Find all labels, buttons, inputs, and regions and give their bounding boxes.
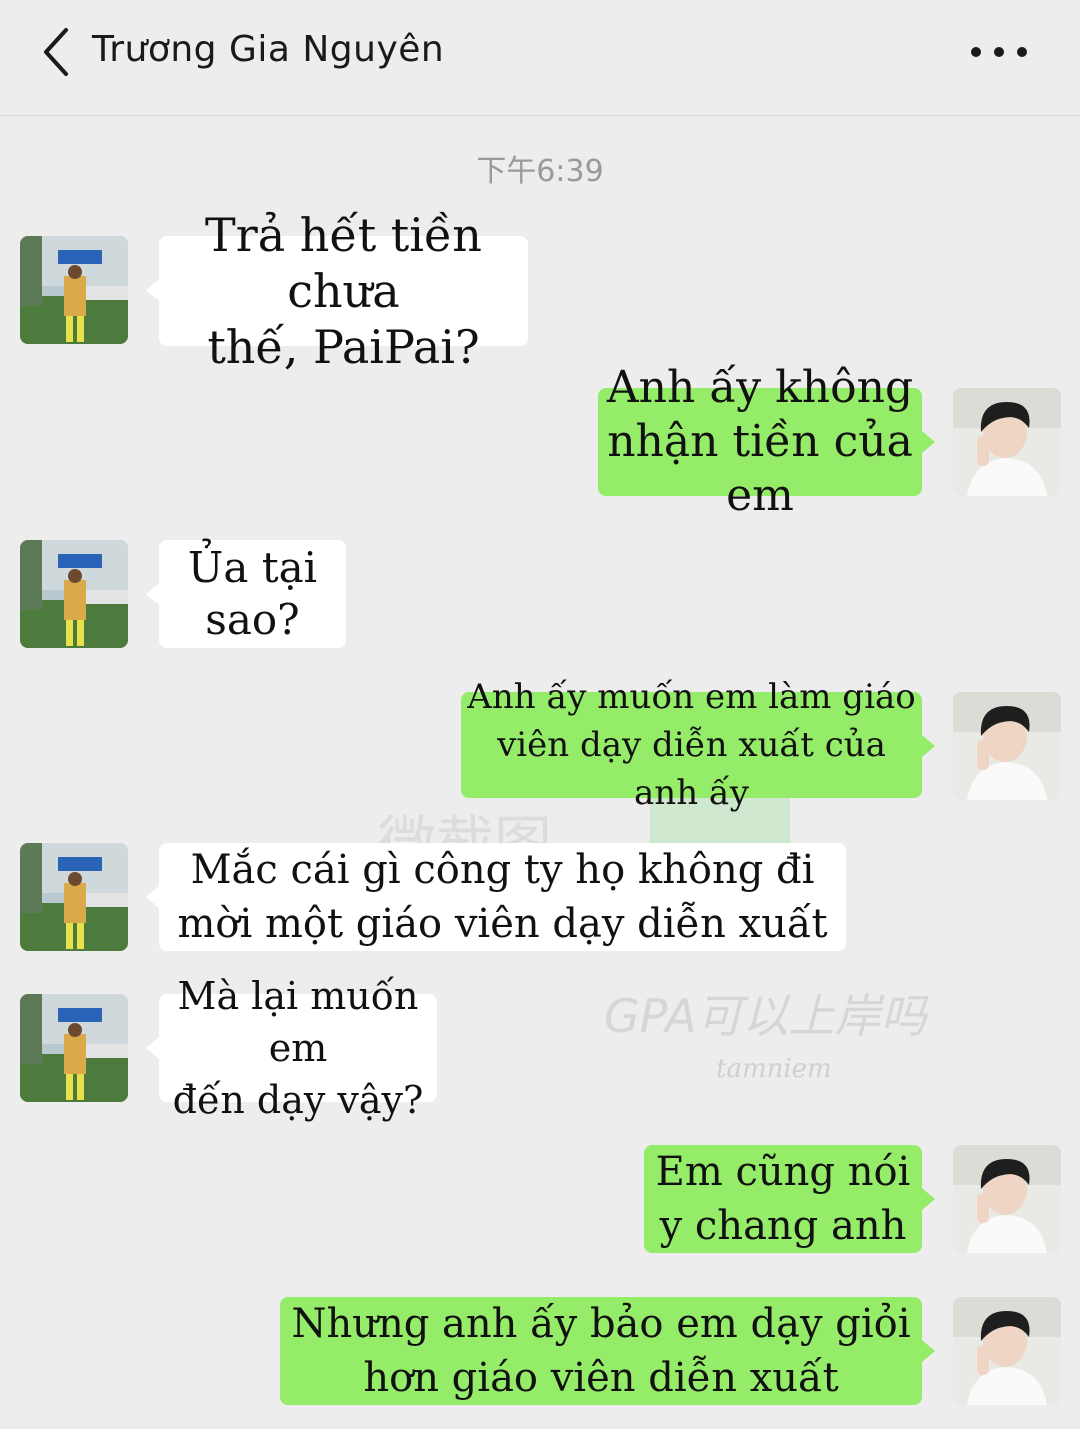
self-avatar-image — [953, 692, 1061, 800]
more-button[interactable] — [960, 30, 1040, 74]
bubble-tail — [922, 1340, 935, 1362]
message-timestamp: 下午6:39 — [476, 154, 604, 189]
chat-header: Trương Gia Nguyên — [0, 0, 1080, 116]
bubble-tail — [922, 735, 935, 757]
bubble-tail — [146, 583, 159, 605]
message-bubble[interactable]: Trả hết tiền chưa thế, PaiPai? — [159, 208, 528, 374]
bubble-tail — [146, 279, 159, 301]
self-avatar[interactable] — [953, 1297, 1061, 1405]
self-avatar[interactable] — [953, 388, 1061, 496]
message-bubble[interactable]: Ủa tại sao? — [159, 540, 346, 648]
message-line: Em cũng nói — [655, 1149, 911, 1195]
self-avatar-image — [953, 1297, 1061, 1405]
contact-avatar[interactable] — [20, 236, 128, 344]
message-line: mời một giáo viên dạy diễn xuất — [177, 901, 828, 947]
contact-avatar[interactable] — [20, 540, 128, 648]
message-line: viên dạy diễn xuất của anh ấy — [497, 725, 886, 813]
message-bubble[interactable]: Nhưng anh ấy bảo em dạy giỏi hơn giáo vi… — [280, 1297, 922, 1405]
self-avatar[interactable] — [953, 692, 1061, 800]
watermark-bottom: tamniem — [716, 1054, 832, 1084]
contact-avatar-image — [20, 236, 128, 344]
message-line: Anh ấy muốn em làm giáo — [467, 677, 916, 717]
bubble-tail — [922, 1188, 935, 1210]
self-avatar[interactable] — [953, 1145, 1061, 1253]
message-bubble[interactable]: Em cũng nói y chang anh — [644, 1145, 922, 1253]
message-bubble[interactable]: Mà lại muốn em đến dạy vậy? — [159, 974, 437, 1122]
message-line: đến dạy vậy? — [172, 1078, 424, 1122]
message-line: thế, PaiPai? — [207, 320, 480, 374]
message-line: Mắc cái gì công ty họ không đi — [190, 847, 815, 893]
chat-title: Trương Gia Nguyên — [92, 29, 445, 70]
contact-avatar[interactable] — [20, 994, 128, 1102]
message-line: y chang anh — [659, 1203, 907, 1249]
message-bubble[interactable]: Anh ấy không nhận tiền của em — [598, 362, 922, 521]
bubble-tail — [146, 1037, 159, 1059]
contact-avatar[interactable] — [20, 843, 128, 951]
contact-avatar-image — [20, 540, 128, 648]
bubble-tail — [922, 431, 935, 453]
self-avatar-image — [953, 1145, 1061, 1253]
message-line: nhận tiền của em — [607, 416, 913, 521]
back-button[interactable] — [36, 24, 80, 80]
self-avatar-image — [953, 388, 1061, 496]
message-line: Anh ấy không — [606, 362, 914, 413]
more-horizontal-icon — [971, 47, 1027, 57]
message-line: Trả hết tiền chưa — [205, 208, 482, 318]
message-line: Mà lại muốn em — [177, 974, 419, 1070]
bubble-tail — [146, 886, 159, 908]
message-line: Ủa tại sao? — [187, 543, 318, 644]
watermark-middle: GPA可以上岸吗 — [604, 989, 927, 1043]
message-bubble[interactable]: Anh ấy muốn em làm giáo viên dạy diễn xu… — [461, 677, 922, 813]
message-line: hơn giáo viên diễn xuất — [363, 1355, 839, 1401]
chevron-left-icon — [44, 28, 68, 76]
contact-avatar-image — [20, 994, 128, 1102]
message-bubble[interactable]: Mắc cái gì công ty họ không đi mời một g… — [159, 843, 846, 951]
message-line: Nhưng anh ấy bảo em dạy giỏi — [291, 1301, 911, 1347]
contact-avatar-image — [20, 843, 128, 951]
